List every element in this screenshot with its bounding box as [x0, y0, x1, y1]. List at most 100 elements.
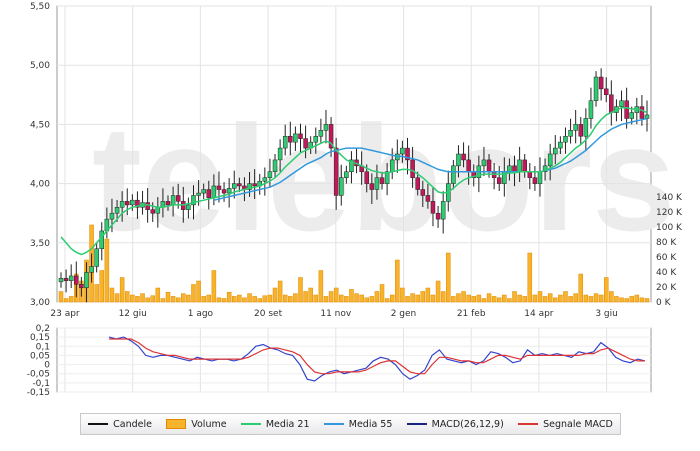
volume-bar [588, 296, 594, 303]
volume-bar [522, 296, 527, 303]
volume-bar [196, 280, 201, 303]
candle-body [573, 124, 578, 131]
candle-body [456, 153, 461, 167]
candle-body [323, 124, 329, 131]
price-tick-label: 3,50 [30, 239, 50, 249]
volume-bar [395, 259, 400, 303]
candle-body [237, 183, 242, 187]
volume-bar [282, 294, 288, 303]
volume-bar [532, 294, 538, 303]
candle-body [58, 278, 64, 283]
legend-item: Candele [88, 419, 152, 430]
volume-bar [405, 296, 410, 303]
volume-bar [410, 293, 415, 303]
candle-body [201, 189, 206, 194]
candle-body [145, 202, 150, 210]
candle-body [277, 147, 283, 161]
candle-body [588, 100, 594, 119]
candle-body [369, 183, 375, 190]
candle-body [94, 248, 99, 267]
volume-bar [94, 284, 99, 303]
candle-body [532, 177, 538, 184]
volume-bar [186, 294, 191, 303]
volume-bar [578, 273, 584, 303]
volume-bar [293, 293, 298, 303]
volume-bar [252, 296, 257, 303]
candle-body [389, 159, 395, 173]
volume-bar [425, 287, 431, 303]
volume-bar [308, 287, 313, 303]
candle-body [232, 183, 237, 189]
volume-bar [257, 298, 262, 303]
candle-body [379, 177, 385, 184]
volume-tick-label: 20 K [656, 283, 677, 293]
candle-body [216, 185, 222, 190]
legend-item: MACD(26,12,9) [406, 418, 504, 430]
candle-body [150, 209, 155, 214]
legend-item: Media 55 [323, 419, 392, 430]
candle-body [119, 201, 125, 208]
candle-body [333, 147, 339, 196]
volume-bar [328, 291, 334, 303]
candle-body [130, 199, 135, 206]
volume-bar [63, 298, 69, 303]
candle-body [272, 159, 278, 173]
volume-bar [201, 296, 206, 303]
candle-body [553, 147, 558, 155]
chart-area: telebors 3,003,504,004,505,005,5023 apr 1… [27, 2, 683, 398]
candle-body [527, 171, 533, 178]
volume-bar [603, 277, 609, 303]
candle-body [583, 118, 589, 137]
candle-body [512, 165, 517, 173]
volume-bar [456, 293, 461, 303]
volume-bar [277, 280, 283, 303]
volume-bar [313, 294, 319, 303]
volume-bar [629, 296, 634, 303]
candle-body [568, 130, 573, 137]
candle-body [400, 147, 405, 155]
volume-bar [58, 291, 64, 303]
candle-body [262, 177, 268, 182]
legend-label: MACD(26,12,9) [431, 418, 504, 430]
volume-bar [461, 291, 466, 303]
candle-body [496, 177, 502, 184]
volume-bar [573, 293, 578, 303]
volume-bar [471, 296, 476, 303]
candle-body [339, 177, 344, 196]
candle-body [79, 283, 84, 289]
volume-bar [104, 238, 110, 303]
volume-bar [624, 298, 629, 303]
candle-body [74, 275, 79, 285]
candle-body [109, 212, 115, 220]
volume-bar [216, 297, 222, 303]
candle-body [466, 159, 471, 173]
candle-body [99, 230, 105, 249]
volume-bar [553, 297, 558, 303]
candle-body [522, 159, 527, 173]
candle-body [374, 177, 380, 190]
candle-body [124, 201, 130, 206]
candle-body [461, 153, 466, 161]
candle-body [211, 185, 217, 199]
legend-item: Segnale MACD [518, 419, 613, 430]
volume-bar [537, 291, 543, 303]
legend-label: Segnale MACD [543, 418, 613, 430]
candle-body [68, 275, 74, 281]
volume-bar [288, 296, 293, 303]
candle-body [226, 188, 232, 194]
price-tick-label: 5,50 [30, 2, 50, 12]
volume-bar [374, 291, 380, 303]
candle-body [598, 76, 604, 90]
volume-bar [339, 294, 344, 303]
volume-bar [318, 270, 324, 303]
volume-bar [140, 293, 145, 303]
volume-bar [440, 291, 446, 303]
candle-body [267, 171, 273, 178]
volume-bar [68, 296, 74, 303]
candle-body [563, 135, 568, 143]
candle-body [63, 278, 69, 281]
volume-bar [563, 291, 568, 303]
candle-body [619, 100, 624, 107]
volume-bar [349, 289, 354, 303]
volume-bar [165, 291, 171, 303]
